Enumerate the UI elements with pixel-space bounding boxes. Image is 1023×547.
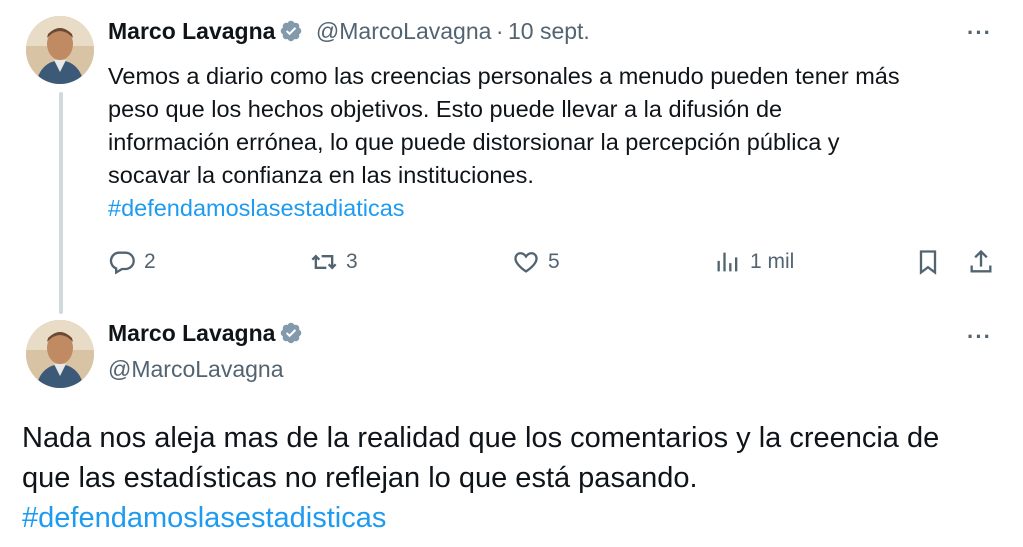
- share-button[interactable]: [967, 248, 995, 276]
- views-icon: [717, 252, 738, 272]
- reply-button[interactable]: 2: [108, 248, 156, 276]
- share-icon: [970, 249, 992, 273]
- author-avatar[interactable]: [26, 16, 94, 84]
- retweet-count: 3: [346, 250, 358, 273]
- tweet-text-line: Vemos a diario como las creencias person…: [108, 63, 900, 89]
- tweet1-body: Vemos a diario como las creencias person…: [108, 60, 998, 225]
- retweet-icon: [311, 254, 337, 270]
- author-avatar[interactable]: [26, 320, 94, 388]
- views-button[interactable]: 1 mil: [714, 248, 794, 276]
- tweet2-header: Marco Lavagna: [108, 320, 303, 347]
- more-options-button[interactable]: ···: [967, 324, 992, 350]
- tweet-text-line: peso que los hechos objetivos. Esto pued…: [108, 96, 783, 122]
- tweet1-header: Marco Lavagna @MarcoLavagna · 10 sept.: [108, 18, 590, 45]
- tweet-date[interactable]: 10 sept.: [508, 18, 590, 44]
- author-name[interactable]: Marco Lavagna: [108, 18, 275, 44]
- retweet-button[interactable]: 3: [310, 248, 358, 276]
- bookmark-button[interactable]: [914, 248, 942, 276]
- author-name[interactable]: Marco Lavagna: [108, 320, 275, 346]
- tweet-action-bar: 2 3 5 1 mil: [0, 248, 1023, 282]
- reply-count: 2: [144, 250, 156, 273]
- tweet-text-line: información errónea, lo que puede distor…: [108, 129, 840, 155]
- tweet-text-line: socavar la confianza en las institucione…: [108, 162, 534, 188]
- verified-badge-icon: [279, 321, 303, 345]
- author-handle[interactable]: @MarcoLavagna: [316, 18, 492, 44]
- tweet2-body: Nada nos aleja mas de la realidad que lo…: [22, 418, 1002, 538]
- reply-icon: [109, 251, 135, 275]
- like-button[interactable]: 5: [512, 248, 560, 276]
- hashtag-link[interactable]: #defendamoslasestadisticas: [22, 498, 1002, 538]
- more-options-button[interactable]: ···: [967, 20, 992, 46]
- like-icon: [514, 252, 538, 273]
- bookmark-icon: [919, 250, 937, 275]
- avatar-image: [26, 320, 94, 388]
- verified-badge-icon: [279, 19, 303, 43]
- hashtag-link[interactable]: #defendamoslasestadiaticas: [108, 192, 998, 225]
- author-handle[interactable]: @MarcoLavagna: [108, 356, 284, 383]
- tweet-text-line: que las estadísticas no reflejan lo que …: [22, 462, 698, 494]
- avatar-image: [26, 16, 94, 84]
- like-count: 5: [548, 250, 560, 273]
- header-separator: ·: [495, 18, 504, 44]
- tweet-text-line: Nada nos aleja mas de la realidad que lo…: [22, 422, 940, 454]
- views-count: 1 mil: [750, 250, 795, 273]
